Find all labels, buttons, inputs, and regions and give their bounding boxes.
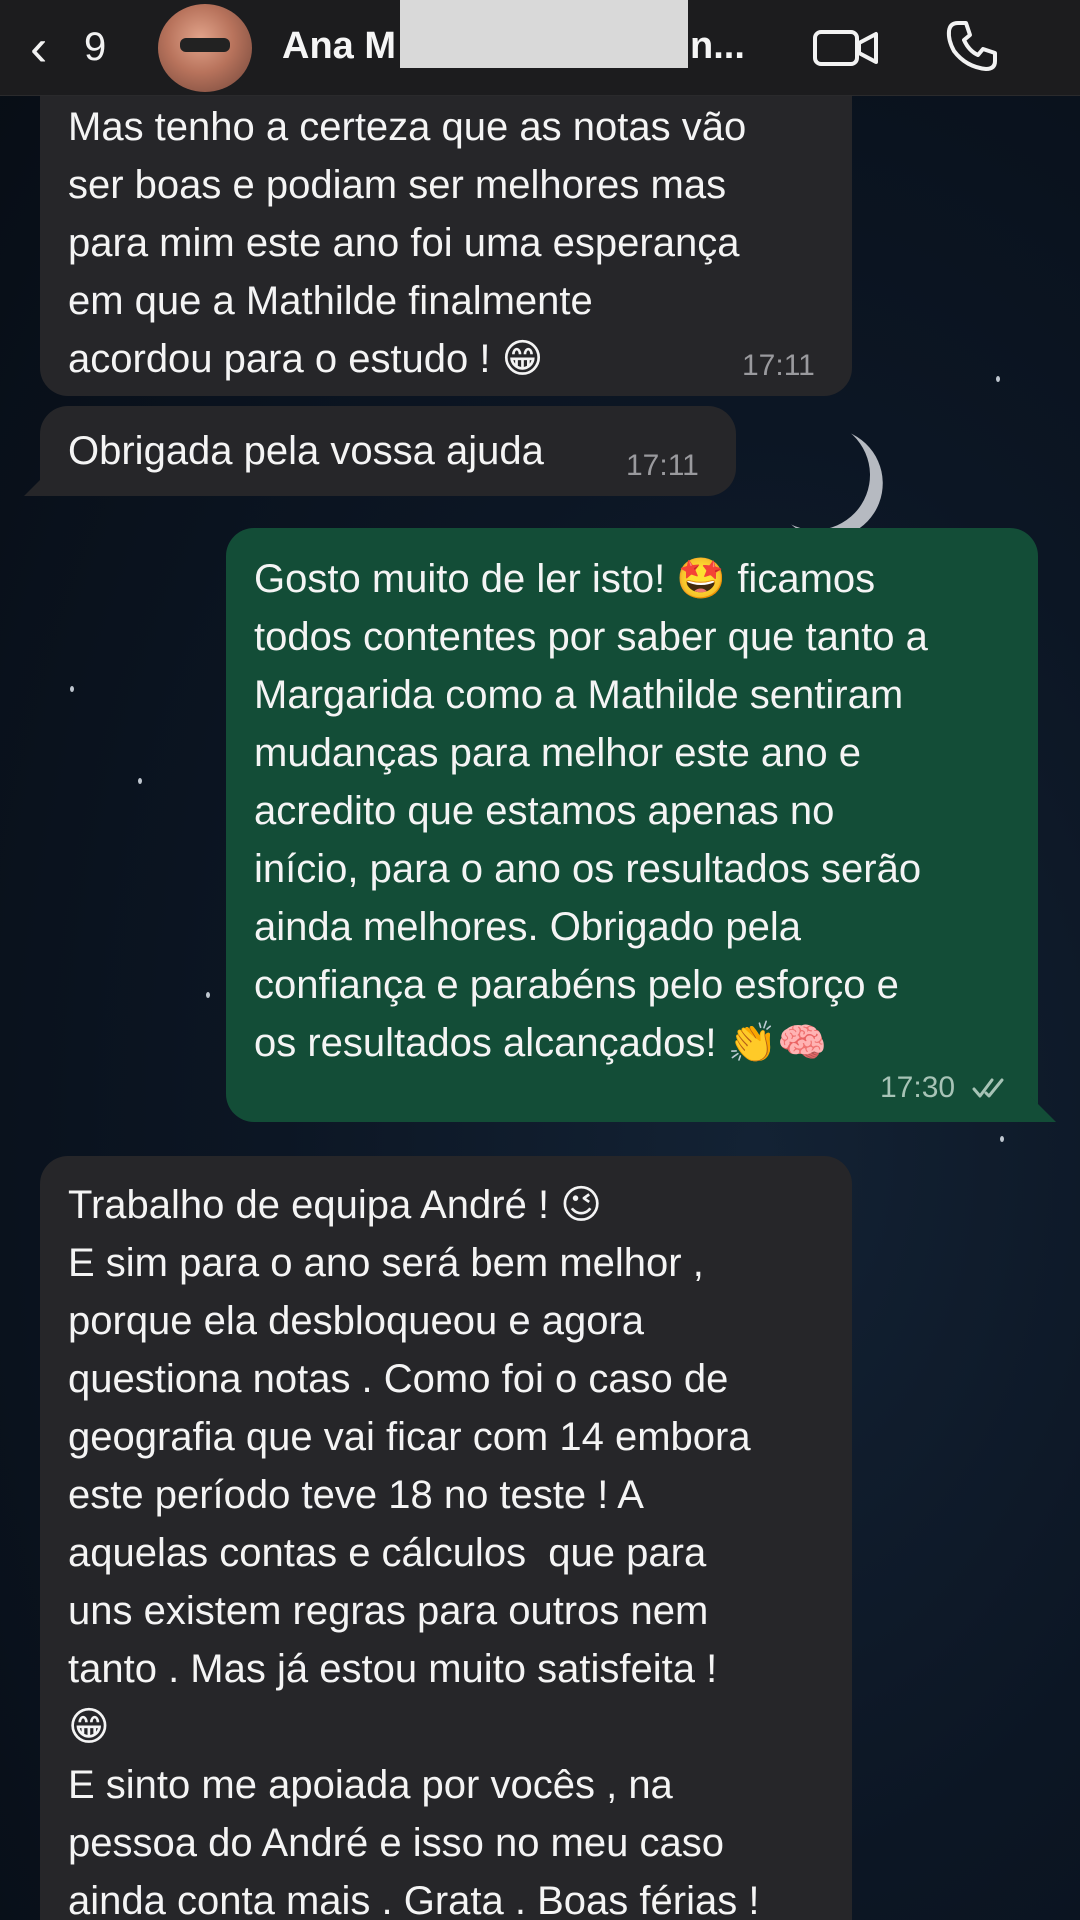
message-bubble-incoming[interactable]: Obrigada pela vossa ajuda 17:11 xyxy=(40,406,736,496)
message-text: Gosto muito de ler isto! 🤩 ficamos todos… xyxy=(254,557,928,1065)
message-text: Obrigada pela vossa ajuda xyxy=(68,429,544,473)
background-star xyxy=(1000,1136,1004,1142)
background-moon xyxy=(751,411,878,538)
background-star xyxy=(996,376,1000,382)
chat-header: ‹ 9 Ana M n... xyxy=(0,0,1080,96)
avatar-glasses xyxy=(180,38,230,52)
chevron-left-icon[interactable]: ‹ xyxy=(30,22,70,74)
background-star xyxy=(138,778,142,784)
message-bubble-incoming[interactable]: Mas tenho a certeza que as notas vão ser… xyxy=(40,96,852,396)
video-call-icon[interactable] xyxy=(812,26,880,70)
background-star xyxy=(206,992,210,998)
contact-name-tail[interactable]: n... xyxy=(690,20,745,72)
background-star xyxy=(70,686,74,692)
avatar[interactable] xyxy=(158,4,252,92)
voice-call-icon[interactable] xyxy=(944,18,1000,74)
redaction-box xyxy=(400,0,688,68)
message-time: 17:11 xyxy=(626,449,699,482)
message-bubble-outgoing[interactable]: Gosto muito de ler isto! 🤩 ficamos todos… xyxy=(226,528,1038,1122)
bubble-tail xyxy=(24,470,50,496)
message-time: 17:30 xyxy=(880,1071,956,1104)
message-text: Trabalho de equipa André ! 😉 E sim para … xyxy=(68,1183,760,1920)
unread-count[interactable]: 9 xyxy=(84,22,106,72)
message-text: Mas tenho a certeza que as notas vão ser… xyxy=(68,105,747,381)
message-time: 17:11 xyxy=(742,349,815,382)
chat-screen: ‹ 9 Ana M n... Mas tenho a certeza que a… xyxy=(0,0,1080,1920)
message-bubble-incoming[interactable]: Trabalho de equipa André ! 😉 E sim para … xyxy=(40,1156,852,1920)
bubble-tail xyxy=(1030,1096,1056,1122)
read-receipt-icon xyxy=(972,1078,1004,1098)
